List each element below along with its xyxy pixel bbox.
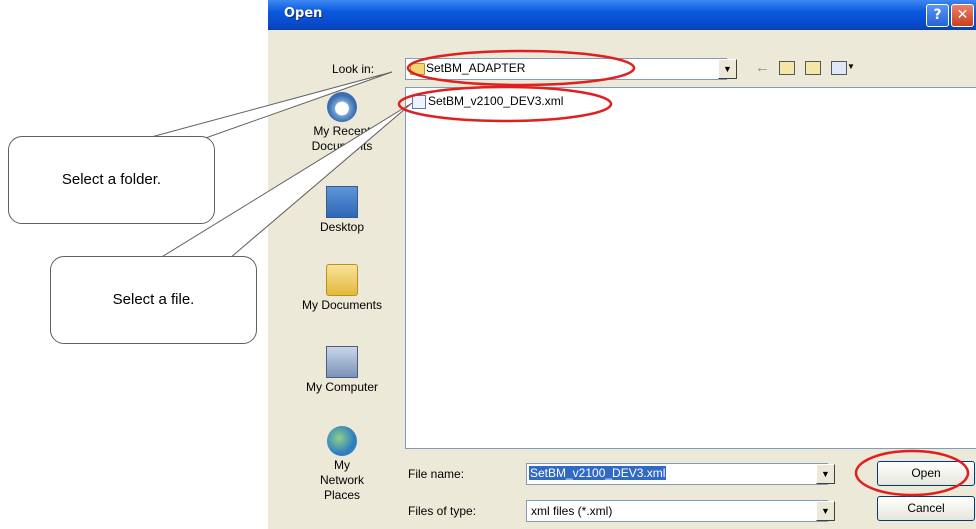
look-in-highlight — [406, 49, 636, 87]
open-button-highlight — [854, 449, 970, 497]
callout-select-folder: Select a folder. — [8, 136, 215, 224]
file-highlight — [397, 85, 613, 123]
callout-folder-pointer — [139, 71, 393, 141]
callout-select-file: Select a file. — [50, 256, 257, 344]
